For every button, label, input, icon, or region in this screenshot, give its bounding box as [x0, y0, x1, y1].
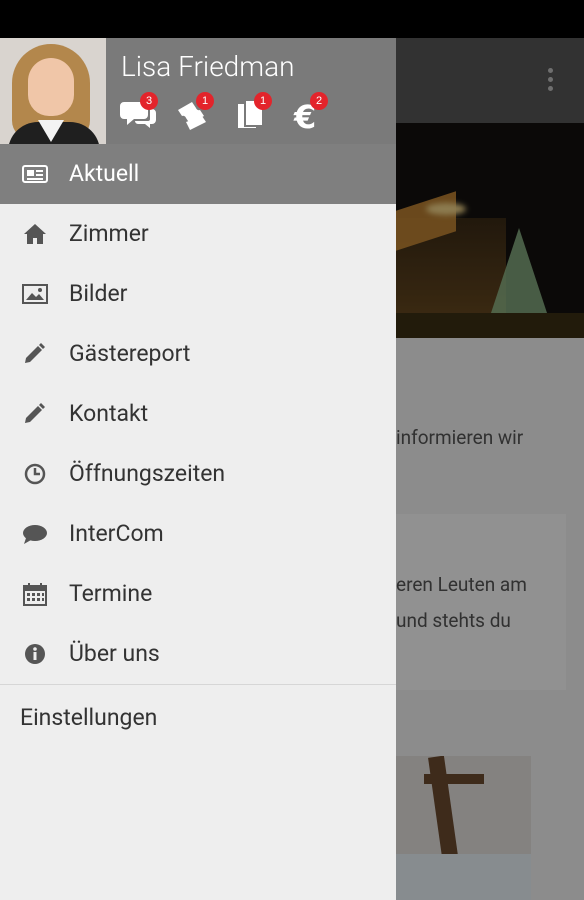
- home-icon: [24, 224, 46, 244]
- badge-count: 3: [140, 92, 158, 110]
- badge-count: 1: [254, 92, 272, 110]
- info-icon: [25, 644, 45, 664]
- menu-item-label: Über uns: [69, 640, 160, 667]
- menu-item-label: Bilder: [69, 280, 128, 307]
- speech-bubble-icon: [23, 525, 47, 544]
- menu-item-label: Zimmer: [69, 220, 149, 247]
- newspaper-icon: [22, 165, 48, 183]
- badge-count: 2: [310, 92, 328, 110]
- tickets-badge-button[interactable]: 1: [176, 92, 216, 134]
- picture-icon: [22, 284, 48, 304]
- drawer-menu: Aktuell Zimmer Bilder Gästereport Kontak…: [0, 144, 396, 684]
- pencil-icon: [25, 403, 45, 423]
- menu-item-label: Termine: [69, 580, 153, 607]
- menu-item-termine[interactable]: Termine: [0, 564, 396, 624]
- settings-menu-item[interactable]: Einstellungen: [20, 704, 157, 731]
- menu-item-label: Öffnungszeiten: [69, 460, 226, 487]
- documents-badge-button[interactable]: 1: [236, 92, 276, 134]
- navigation-drawer: Lisa Friedman 3 1 1 € 2 Aktuell Zimmer B…: [0, 38, 396, 900]
- pencil-icon: [25, 343, 45, 363]
- menu-item-gaestereport[interactable]: Gästereport: [0, 324, 396, 384]
- avatar[interactable]: [0, 38, 106, 144]
- menu-item-zimmer[interactable]: Zimmer: [0, 204, 396, 264]
- menu-item-oeffnungszeiten[interactable]: Öffnungszeiten: [0, 444, 396, 504]
- menu-item-label: Gästereport: [69, 340, 191, 367]
- payments-badge-button[interactable]: € 2: [292, 92, 332, 134]
- menu-item-intercom[interactable]: InterCom: [0, 504, 396, 564]
- badge-count: 1: [196, 92, 214, 110]
- messages-badge-button[interactable]: 3: [120, 92, 160, 134]
- menu-item-label: Aktuell: [69, 160, 140, 187]
- calendar-icon: [23, 583, 47, 606]
- menu-item-aktuell[interactable]: Aktuell: [0, 144, 396, 204]
- clock-icon: [24, 463, 46, 485]
- status-bar: [0, 0, 584, 38]
- menu-divider: [0, 684, 396, 685]
- user-name: Lisa Friedman: [121, 50, 295, 83]
- menu-item-kontakt[interactable]: Kontakt: [0, 384, 396, 444]
- menu-item-label: Kontakt: [69, 400, 149, 427]
- menu-item-ueber-uns[interactable]: Über uns: [0, 624, 396, 684]
- profile-header: Lisa Friedman 3 1 1 € 2: [0, 38, 396, 144]
- menu-item-bilder[interactable]: Bilder: [0, 264, 396, 324]
- menu-item-label: InterCom: [69, 520, 164, 547]
